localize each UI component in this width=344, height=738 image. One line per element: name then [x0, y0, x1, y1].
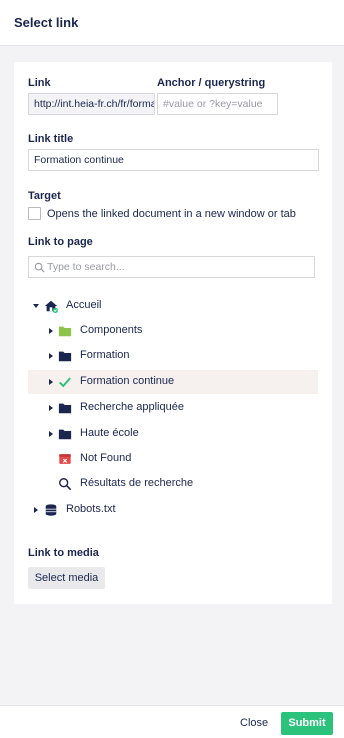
tree-item-label: Résultats de recherche — [80, 477, 194, 489]
tree-item-label: Accueil — [66, 299, 102, 311]
submit-button[interactable]: Submit — [281, 712, 333, 735]
tree-item-label: Robots.txt — [66, 503, 116, 515]
search-placeholder: Type to search... — [47, 261, 125, 273]
tree-item-haute-ecole[interactable]: Haute école — [28, 422, 318, 446]
link-to-media-label: Link to media — [28, 547, 99, 559]
chevron-right-icon[interactable] — [49, 405, 53, 411]
tree-item-accueil[interactable]: Accueil — [28, 294, 318, 318]
link-title-input[interactable]: Formation continue — [28, 149, 319, 171]
dialog-header: Select link — [0, 0, 344, 46]
target-checkbox[interactable] — [28, 207, 41, 220]
chevron-right-icon[interactable] — [34, 507, 38, 513]
folder-icon — [58, 403, 72, 414]
tree-item-label: Formation continue — [80, 375, 175, 387]
folder-icon — [58, 326, 72, 337]
chevron-right-icon[interactable] — [49, 379, 53, 385]
tree-item-resultats-de-recherche[interactable]: Résultats de recherche — [28, 472, 318, 496]
dialog-footer: Close Submit — [0, 705, 344, 738]
check-icon — [59, 377, 71, 388]
folder-icon — [58, 429, 72, 440]
dialog-title: Select link — [14, 15, 79, 30]
chevron-right-icon[interactable] — [49, 431, 53, 437]
folder-icon — [58, 351, 72, 362]
page-search-input[interactable]: Type to search... — [28, 256, 315, 278]
tree-item-recherche-appliquee[interactable]: Recherche appliquée — [28, 396, 318, 420]
close-button[interactable]: Close — [240, 717, 268, 729]
robot-icon — [45, 504, 57, 516]
link-url-field[interactable]: http://int.heia-fr.ch/fr/formation-conti… — [28, 93, 155, 115]
tree-item-not-found[interactable]: Not Found — [28, 447, 318, 471]
tree-item-label: Formation — [80, 349, 130, 361]
anchor-input[interactable]: #value or ?key=value — [157, 93, 278, 115]
tree-item-label: Haute école — [80, 427, 139, 439]
chevron-down-icon[interactable] — [33, 304, 39, 308]
anchor-label: Anchor / querystring — [157, 77, 266, 89]
search-icon — [34, 262, 45, 273]
tree-item-formation-continue[interactable]: Formation continue — [28, 370, 318, 394]
link-to-page-label: Link to page — [28, 236, 93, 248]
tree-item-label: Components — [80, 324, 143, 336]
error-page-icon — [59, 454, 71, 464]
tree-item-formation[interactable]: Formation — [28, 344, 318, 368]
tree-item-robots[interactable]: Robots.txt — [28, 498, 318, 522]
link-title-label: Link title — [28, 133, 74, 145]
target-checkbox-label[interactable]: Opens the linked document in a new windo… — [47, 208, 296, 220]
home-icon — [44, 300, 58, 313]
search-icon — [59, 478, 72, 491]
tree-item-label: Recherche appliquée — [80, 401, 184, 413]
chevron-right-icon[interactable] — [49, 328, 53, 334]
target-label: Target — [28, 190, 61, 202]
tree-item-components[interactable]: Components — [28, 319, 318, 343]
tree-item-label: Not Found — [80, 452, 132, 464]
select-media-button[interactable]: Select media — [28, 567, 105, 589]
chevron-right-icon[interactable] — [49, 353, 53, 359]
link-label: Link — [28, 77, 51, 89]
